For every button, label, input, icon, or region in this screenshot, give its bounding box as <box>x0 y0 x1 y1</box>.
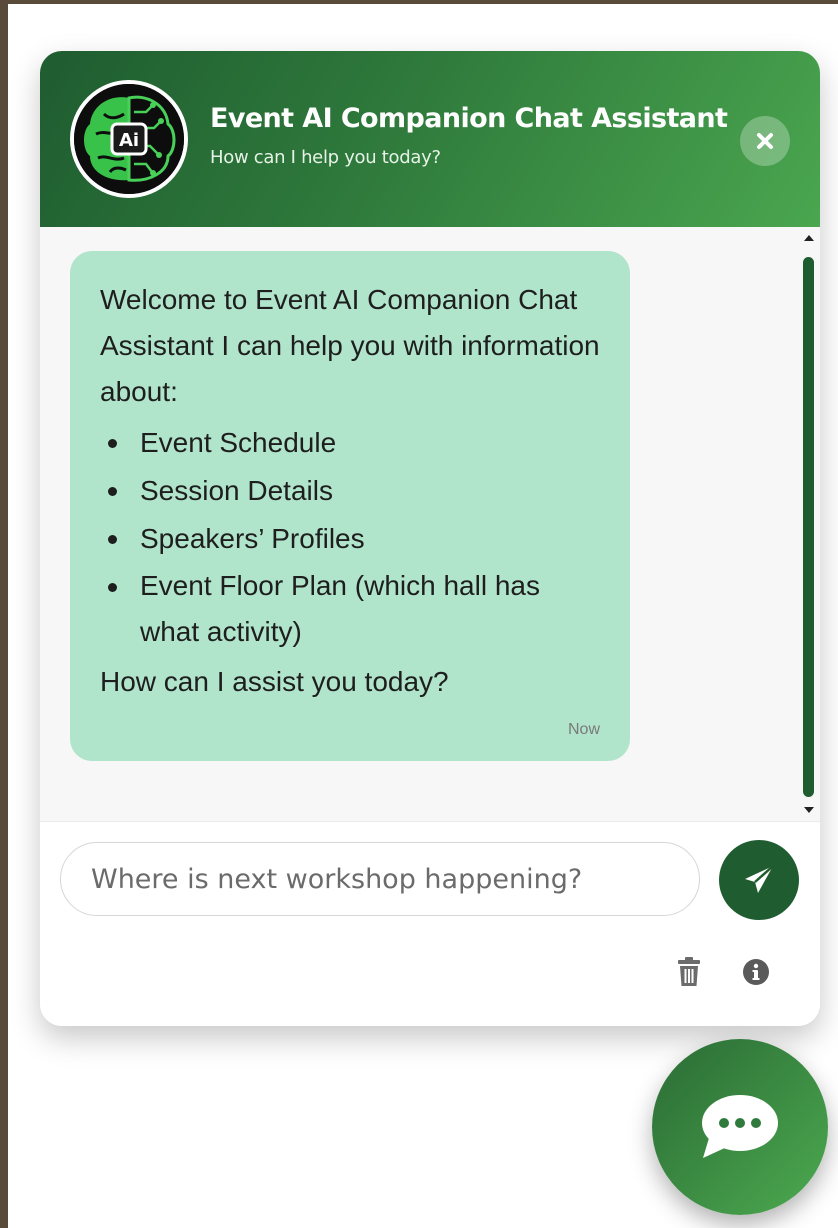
list-item: Event Schedule <box>100 419 600 467</box>
paper-plane-icon <box>745 865 774 893</box>
assistant-avatar: Ai <box>70 80 188 198</box>
page-background: Ai Event AI Companion Chat Assistant How… <box>8 4 838 1228</box>
chat-launcher-button[interactable] <box>652 1039 828 1215</box>
bullet-icon <box>108 439 117 448</box>
bullet-icon <box>108 535 117 544</box>
message-intro: Welcome to Event AI Companion Chat Assis… <box>100 284 600 407</box>
info-button[interactable] <box>740 956 772 988</box>
message-topic-list: Event Schedule Session Details Speakers’… <box>100 419 600 655</box>
chat-subtitle: How can I help you today? <box>210 147 441 168</box>
send-button[interactable] <box>719 840 799 920</box>
close-icon <box>757 133 773 149</box>
chat-title: Event AI Companion Chat Assistant <box>210 103 728 134</box>
scroll-up-arrow-icon[interactable] <box>804 235 814 241</box>
ai-brain-icon: Ai <box>74 84 184 194</box>
list-item-label: Speakers’ Profiles <box>140 523 365 554</box>
chat-window: Ai Event AI Companion Chat Assistant How… <box>40 51 820 1026</box>
message-timestamp: Now <box>567 721 600 738</box>
list-item-label: Event Floor Plan (which hall has what ac… <box>140 570 540 647</box>
list-item: Speakers’ Profiles <box>100 515 600 563</box>
message-list[interactable]: Welcome to Event AI Companion Chat Assis… <box>40 227 820 821</box>
assistant-message-bubble: Welcome to Event AI Companion Chat Assis… <box>70 251 630 761</box>
message-scrollbar[interactable] <box>800 227 820 821</box>
message-input[interactable] <box>60 842 700 916</box>
bullet-icon <box>108 583 117 592</box>
list-item-label: Session Details <box>140 475 333 506</box>
clear-chat-button[interactable] <box>674 955 704 989</box>
message-outro: How can I assist you today? <box>100 666 449 697</box>
list-item: Event Floor Plan (which hall has what ac… <box>100 563 600 655</box>
close-button[interactable] <box>740 116 790 166</box>
composer <box>40 821 820 1026</box>
trash-icon <box>678 957 700 986</box>
info-icon <box>743 959 769 985</box>
bullet-icon <box>108 487 117 496</box>
chat-header: Ai Event AI Companion Chat Assistant How… <box>40 51 820 227</box>
chat-bubble-icon <box>702 1095 778 1158</box>
scroll-down-arrow-icon[interactable] <box>804 807 814 813</box>
list-item: Session Details <box>100 467 600 515</box>
avatar-label: Ai <box>119 130 139 151</box>
scrollbar-thumb[interactable] <box>803 257 814 797</box>
list-item-label: Event Schedule <box>140 427 337 458</box>
